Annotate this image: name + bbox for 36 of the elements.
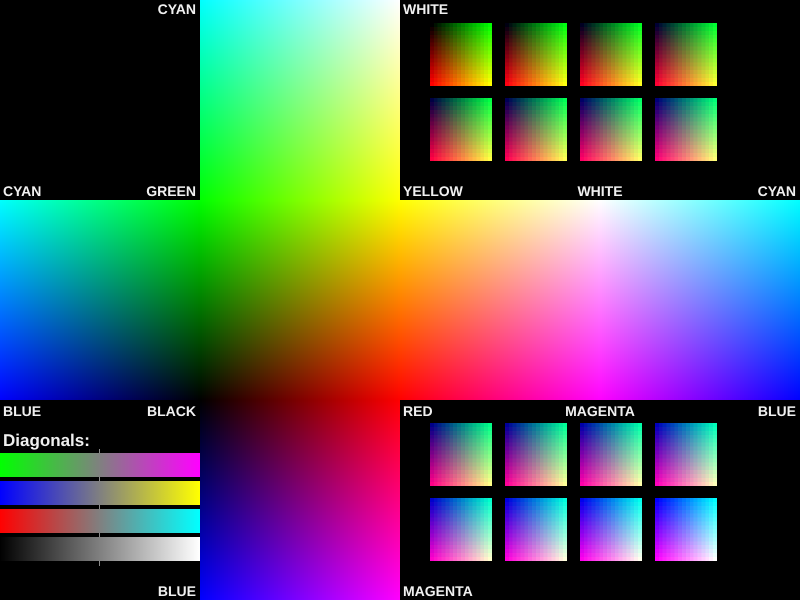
color-swatch [580,423,642,486]
corner-label: YELLOW [403,183,463,199]
section-heading: Diagonals: [3,431,90,451]
color-swatch [655,498,717,561]
color-swatch [430,498,492,561]
color-swatch [430,23,492,86]
color-swatch [430,423,492,486]
tick-mark [99,505,100,509]
corner-label: CYAN [3,183,42,199]
corner-label: BLUE [3,403,42,419]
color-swatch [430,98,492,161]
color-swatch [505,98,567,161]
tick-mark [99,561,100,566]
corner-label: MAGENTA [565,403,635,419]
corner-label: BLUE [758,403,796,419]
color-swatch [580,498,642,561]
color-swatch [655,98,717,161]
corner-label: RED [403,403,433,419]
color-swatch [505,23,567,86]
color-swatch [505,423,567,486]
corner-label: CYAN [158,1,196,17]
tick-mark [99,477,100,481]
corner-label: WHITE [577,183,623,199]
color-swatch [655,23,717,86]
corner-label: CYAN [758,183,796,199]
color-swatch [505,498,567,561]
color-swatch [580,23,642,86]
color-swatch [655,423,717,486]
corner-label: WHITE [403,1,448,17]
corner-label: BLACK [147,403,196,419]
corner-label: MAGENTA [403,583,473,599]
corner-label: BLUE [158,583,196,599]
tick-mark [99,533,100,537]
tick-mark [99,449,100,453]
color-swatch [580,98,642,161]
corner-label: GREEN [146,183,196,199]
